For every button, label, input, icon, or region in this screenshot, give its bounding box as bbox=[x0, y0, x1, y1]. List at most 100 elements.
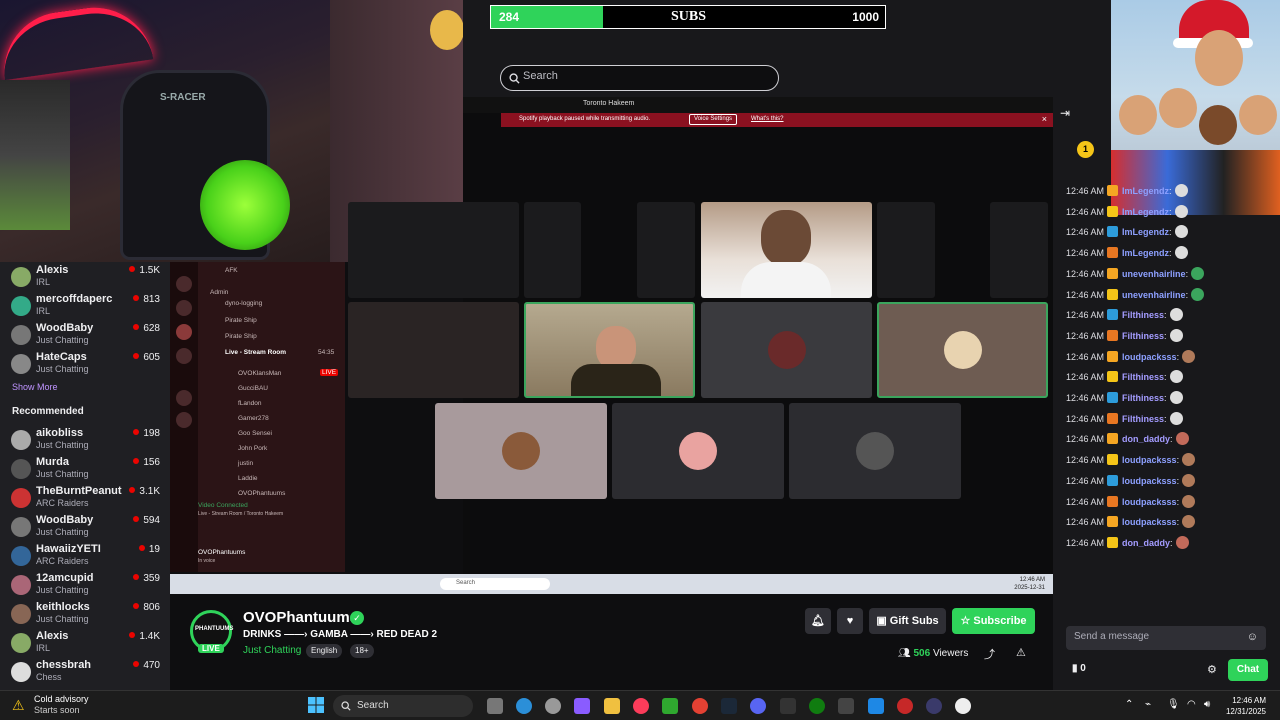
search-bar[interactable] bbox=[500, 65, 779, 91]
subscribe-button[interactable]: ☆ Subscribe bbox=[952, 608, 1035, 634]
collapse-chat-icon[interactable]: ⇥ bbox=[1060, 106, 1070, 120]
chat-send-button[interactable]: Chat bbox=[1228, 659, 1268, 681]
follow-button[interactable]: ♥ bbox=[837, 608, 863, 634]
edge-icon[interactable] bbox=[516, 698, 532, 714]
file-explorer-icon[interactable] bbox=[604, 698, 620, 714]
leaderboard-rank[interactable]: 1 bbox=[1077, 141, 1094, 158]
chat-username[interactable]: Filthiness bbox=[1122, 414, 1164, 424]
chat-username[interactable]: don_daddy bbox=[1122, 538, 1170, 548]
sidebar-channel-keithlocks[interactable]: keithlocks Just Chatting 806 bbox=[0, 599, 170, 628]
chat-timestamp: 12:46 AM bbox=[1066, 413, 1105, 424]
obs-icon[interactable] bbox=[897, 698, 913, 714]
chat-username[interactable]: don_daddy bbox=[1122, 434, 1170, 444]
xbox-icon[interactable] bbox=[809, 698, 825, 714]
notifications-button[interactable]: 🔔︎ bbox=[805, 608, 831, 634]
stream-category[interactable]: Just Chatting bbox=[243, 645, 301, 656]
task-view-icon[interactable] bbox=[487, 698, 503, 714]
weather-widget[interactable]: Cold advisory Starts soon bbox=[34, 694, 89, 716]
sidebar-channel-hawaiizyeti[interactable]: HawaiizYETI ARC Raiders 19 bbox=[0, 541, 170, 570]
sidebar-channel-12amcupid[interactable]: 12amcupid Just Chatting 359 bbox=[0, 570, 170, 599]
share-icon[interactable]: ⤴ bbox=[984, 646, 995, 662]
chat-username[interactable]: loudpacksss bbox=[1122, 497, 1177, 507]
sidebar-channel-chessbrah[interactable]: chessbrah Chess 470 bbox=[0, 657, 170, 686]
sidebar-channel-theburntpeanut[interactable]: TheBurntPeanut ARC Raiders 3.1K bbox=[0, 483, 170, 512]
chat-username[interactable]: loudpacksss bbox=[1122, 455, 1177, 465]
app-icon[interactable] bbox=[780, 698, 796, 714]
chrome-icon[interactable] bbox=[692, 698, 708, 714]
video-tile-avatar bbox=[789, 403, 961, 499]
chat-username[interactable]: unevenhairline bbox=[1122, 269, 1186, 279]
xbox-app-icon[interactable] bbox=[662, 698, 678, 714]
volume-icon[interactable]: 🔊︎ bbox=[1204, 699, 1210, 710]
tag-18plus[interactable]: 18+ bbox=[350, 644, 374, 658]
report-icon[interactable]: ⚠ bbox=[1016, 646, 1026, 659]
close-icon[interactable]: × bbox=[1042, 114, 1047, 124]
chat-username[interactable]: Filthiness bbox=[1122, 331, 1164, 341]
chat-message: 12:46 AM unevenhairline: bbox=[1066, 266, 1205, 285]
emote-picker-icon[interactable]: ☺ bbox=[1247, 631, 1258, 643]
unreal-icon[interactable] bbox=[955, 698, 971, 714]
tag-english[interactable]: English bbox=[306, 644, 343, 658]
sidebar-channel-aikobliss[interactable]: aikobliss Just Chatting 198 bbox=[0, 425, 170, 454]
sidebar-channel-woodbaby-2[interactable]: WoodBaby Just Chatting 594 bbox=[0, 512, 170, 541]
show-more-link[interactable]: Show More bbox=[12, 382, 58, 392]
chat-input-box[interactable]: ☺ bbox=[1066, 626, 1266, 650]
chat-username[interactable]: Filthiness bbox=[1122, 372, 1164, 382]
chat-username[interactable]: ImLegendz bbox=[1122, 248, 1169, 258]
discord-video-window: Toronto Hakeem Spotify playback paused w… bbox=[348, 97, 1053, 575]
settings-app-icon[interactable] bbox=[545, 698, 561, 714]
chat-message: 12:46 AM Filthiness: bbox=[1066, 308, 1183, 326]
stream-title: DRINKS ——› GAMBA ——› RED DEAD 2 bbox=[243, 629, 438, 640]
discord-voice-channel: Live - Stream Room bbox=[225, 349, 287, 356]
sidebar-channel-mercoffdaperc[interactable]: mercoffdaperc IRL 813 bbox=[0, 291, 170, 320]
discord-channel-panel: AFK Admin dyno-logging Pirate Ship Pirat… bbox=[170, 262, 345, 572]
wifi-icon[interactable]: ◠ bbox=[1187, 699, 1196, 710]
chat-username[interactable]: loudpacksss bbox=[1122, 352, 1177, 362]
left-sidebar: Alexis IRL 1.5K mercoffdaperc IRL 813 WoodBa… bbox=[0, 262, 170, 690]
chat-settings-icon[interactable]: ⚙ bbox=[1207, 663, 1217, 676]
sidebar-channel-murda[interactable]: Murda Just Chatting 156 bbox=[0, 454, 170, 483]
chat-badge-icon bbox=[1107, 205, 1119, 217]
photos-icon[interactable] bbox=[868, 698, 884, 714]
chat-username[interactable]: Filthiness bbox=[1122, 393, 1164, 403]
chat-separator: : bbox=[1164, 413, 1167, 424]
discord-username: OVOPhantuums bbox=[198, 549, 246, 556]
steam-icon[interactable] bbox=[721, 698, 737, 714]
live-badge: LIVE bbox=[320, 369, 339, 376]
chat-timestamp: 12:46 AM bbox=[1066, 186, 1105, 196]
music-app-icon[interactable] bbox=[633, 698, 649, 714]
sidebar-channel-hatecaps[interactable]: HateCaps Just Chatting 605 bbox=[0, 349, 170, 378]
sidebar-channel-alexis-2[interactable]: Alexis IRL 1.4K bbox=[0, 628, 170, 657]
whats-this-link[interactable]: What's this? bbox=[751, 116, 784, 122]
chat-username[interactable]: loudpacksss bbox=[1122, 476, 1177, 486]
chat-username[interactable]: ImLegendz bbox=[1122, 207, 1169, 217]
chat-username[interactable]: ImLegendz bbox=[1122, 186, 1169, 196]
tray-chevron-icon[interactable]: ⌃ bbox=[1125, 699, 1133, 710]
channel-name[interactable]: OVOPhantuums bbox=[243, 609, 358, 626]
chat-username[interactable]: ImLegendz bbox=[1122, 227, 1169, 237]
copilot-icon[interactable] bbox=[574, 698, 590, 714]
channel-points[interactable]: ▮ 0 bbox=[1072, 663, 1086, 674]
chat-input[interactable] bbox=[1074, 631, 1244, 642]
voice-settings-button[interactable]: Voice Settings bbox=[689, 114, 738, 125]
gift-subs-button[interactable]: ▣ Gift Subs bbox=[869, 608, 946, 634]
network-icon[interactable]: ⌁ bbox=[1145, 699, 1151, 710]
discord-channel: Pirate Ship bbox=[225, 333, 257, 340]
verified-icon: ✓ bbox=[350, 611, 364, 625]
chat-username[interactable]: unevenhairline bbox=[1122, 290, 1186, 300]
windows-start-icon[interactable] bbox=[307, 696, 325, 714]
chat-message: 12:46 AM loudpacksss: bbox=[1066, 349, 1196, 368]
video-tile bbox=[637, 202, 695, 298]
search-input[interactable] bbox=[523, 70, 773, 82]
taskbar-search[interactable]: Search bbox=[333, 695, 473, 717]
chat-username[interactable]: loudpacksss bbox=[1122, 517, 1177, 527]
sidebar-channel-alexis[interactable]: Alexis IRL 1.5K bbox=[0, 262, 170, 291]
chat-username[interactable]: Filthiness bbox=[1122, 310, 1164, 320]
discord-icon[interactable] bbox=[750, 698, 766, 714]
sidebar-channel-woodbaby[interactable]: WoodBaby Just Chatting 628 bbox=[0, 320, 170, 349]
chat-separator: : bbox=[1169, 227, 1172, 238]
app-icon[interactable] bbox=[838, 698, 854, 714]
mic-icon[interactable]: 🎙︎ bbox=[1167, 699, 1180, 710]
app-icon[interactable] bbox=[926, 698, 942, 714]
taskbar-clock[interactable]: 12:46 AM 12/31/2025 bbox=[1226, 695, 1266, 717]
